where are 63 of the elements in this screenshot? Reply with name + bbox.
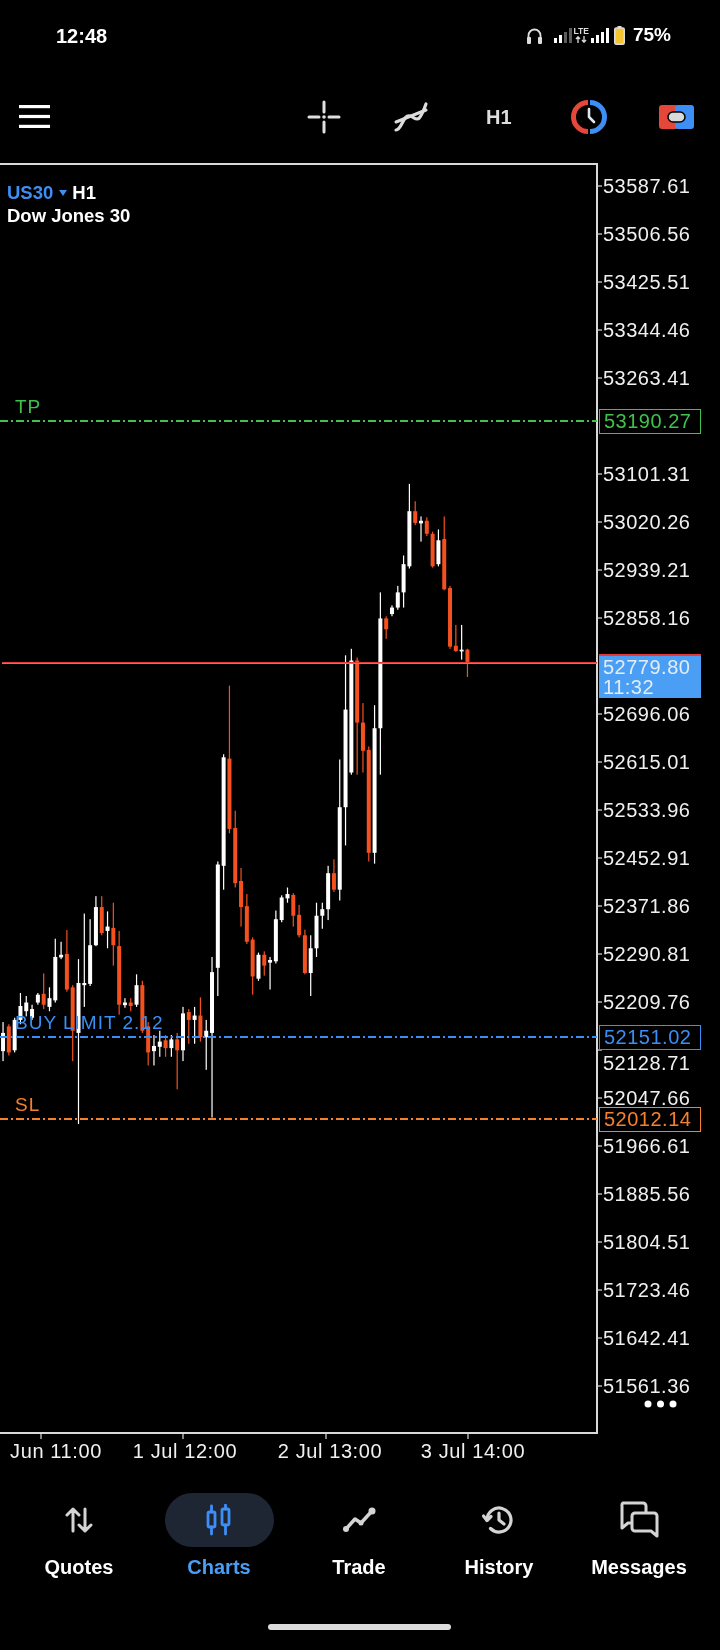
menu-icon[interactable] xyxy=(19,105,50,128)
order-line-label: SL xyxy=(15,1094,41,1116)
order-line-label: TP xyxy=(15,396,42,418)
price-axis-label: 51561.36 xyxy=(603,1377,691,1395)
price-axis-label: 51642.41 xyxy=(603,1329,691,1347)
price-axis-label: 52533.96 xyxy=(603,801,691,819)
chart-timeframe: H1 xyxy=(72,182,96,204)
price-axis-label: 52209.76 xyxy=(603,993,691,1011)
price-axis-label: 51966.61 xyxy=(603,1137,691,1155)
time-axis-label: 3 Jul 14:00 xyxy=(420,1439,526,1463)
nav-tab[interactable]: Trade xyxy=(289,1493,429,1579)
dropdown-caret-icon[interactable] xyxy=(59,190,68,196)
price-axis-label: 53020.26 xyxy=(603,513,691,531)
nav-tab[interactable]: Charts xyxy=(149,1493,289,1579)
chat-bubbles-icon xyxy=(618,1501,660,1539)
bar-countdown-timer: 11:32 xyxy=(603,677,655,697)
clock-icon[interactable] xyxy=(570,99,607,134)
data-arrows-icon xyxy=(575,36,588,43)
status-time: 12:48 xyxy=(56,24,108,48)
order-price-tag: 52151.02 xyxy=(599,1024,701,1050)
battery-percentage: 75% xyxy=(632,24,671,46)
time-axis-label: 1 Jul 12:00 xyxy=(132,1439,238,1463)
signal-icon xyxy=(553,27,572,43)
price-axis-label: 52696.06 xyxy=(603,705,691,723)
time-axis-label: Jun 11:00 xyxy=(10,1439,102,1463)
price-axis-label: 51723.46 xyxy=(603,1281,691,1299)
price-axis-label: 53506.56 xyxy=(603,225,691,243)
line-chart-icon xyxy=(341,1506,377,1534)
more-options-icon[interactable] xyxy=(644,1400,677,1408)
price-axis-label: 52452.91 xyxy=(603,849,691,867)
signal-icon xyxy=(590,27,609,43)
price-axis-label: 53101.31 xyxy=(603,465,691,483)
price-axis-label: 52047.66 xyxy=(603,1089,691,1107)
price-axis-label: 53587.61 xyxy=(603,177,691,195)
candlestick-icon xyxy=(164,1493,274,1547)
current-price-value: 52779.80 xyxy=(603,657,691,677)
battery-icon xyxy=(613,25,625,45)
timeframe-button[interactable]: H1 xyxy=(486,104,512,129)
price-axis-label: 53425.51 xyxy=(603,273,691,291)
time-axis-label: 2 Jul 13:00 xyxy=(277,1439,383,1463)
nav-tab[interactable]: Messages xyxy=(569,1493,709,1579)
crosshair-icon[interactable] xyxy=(307,99,341,134)
network-type-label: LTE xyxy=(573,27,589,36)
price-axis-label: 52939.21 xyxy=(603,561,691,579)
nav-tab[interactable]: History xyxy=(429,1493,569,1579)
nav-tab[interactable]: Quotes xyxy=(9,1493,149,1579)
price-axis-label: 52858.16 xyxy=(603,609,691,627)
symbol-name[interactable]: US30 xyxy=(7,182,54,204)
order-price-tag: 53190.27 xyxy=(599,408,701,434)
headphones-icon xyxy=(525,26,543,44)
price-axis-label: 53344.46 xyxy=(603,321,691,339)
up-down-arrows-icon xyxy=(64,1505,94,1535)
symbol-description: Dow Jones 30 xyxy=(7,204,131,228)
price-axis-label: 51804.51 xyxy=(603,1233,691,1251)
price-axis-label: 53263.41 xyxy=(603,369,691,387)
price-axis-label: 51885.56 xyxy=(603,1185,691,1203)
order-price-tag: 52012.14 xyxy=(599,1106,701,1132)
price-axis-label: 52371.86 xyxy=(603,897,691,915)
switch-icon[interactable] xyxy=(658,104,694,129)
price-axis-label: 52615.01 xyxy=(603,753,691,771)
wave-icon[interactable] xyxy=(393,100,429,133)
price-axis-label: 52290.81 xyxy=(603,945,691,963)
price-axis-label: 52128.71 xyxy=(603,1054,691,1072)
